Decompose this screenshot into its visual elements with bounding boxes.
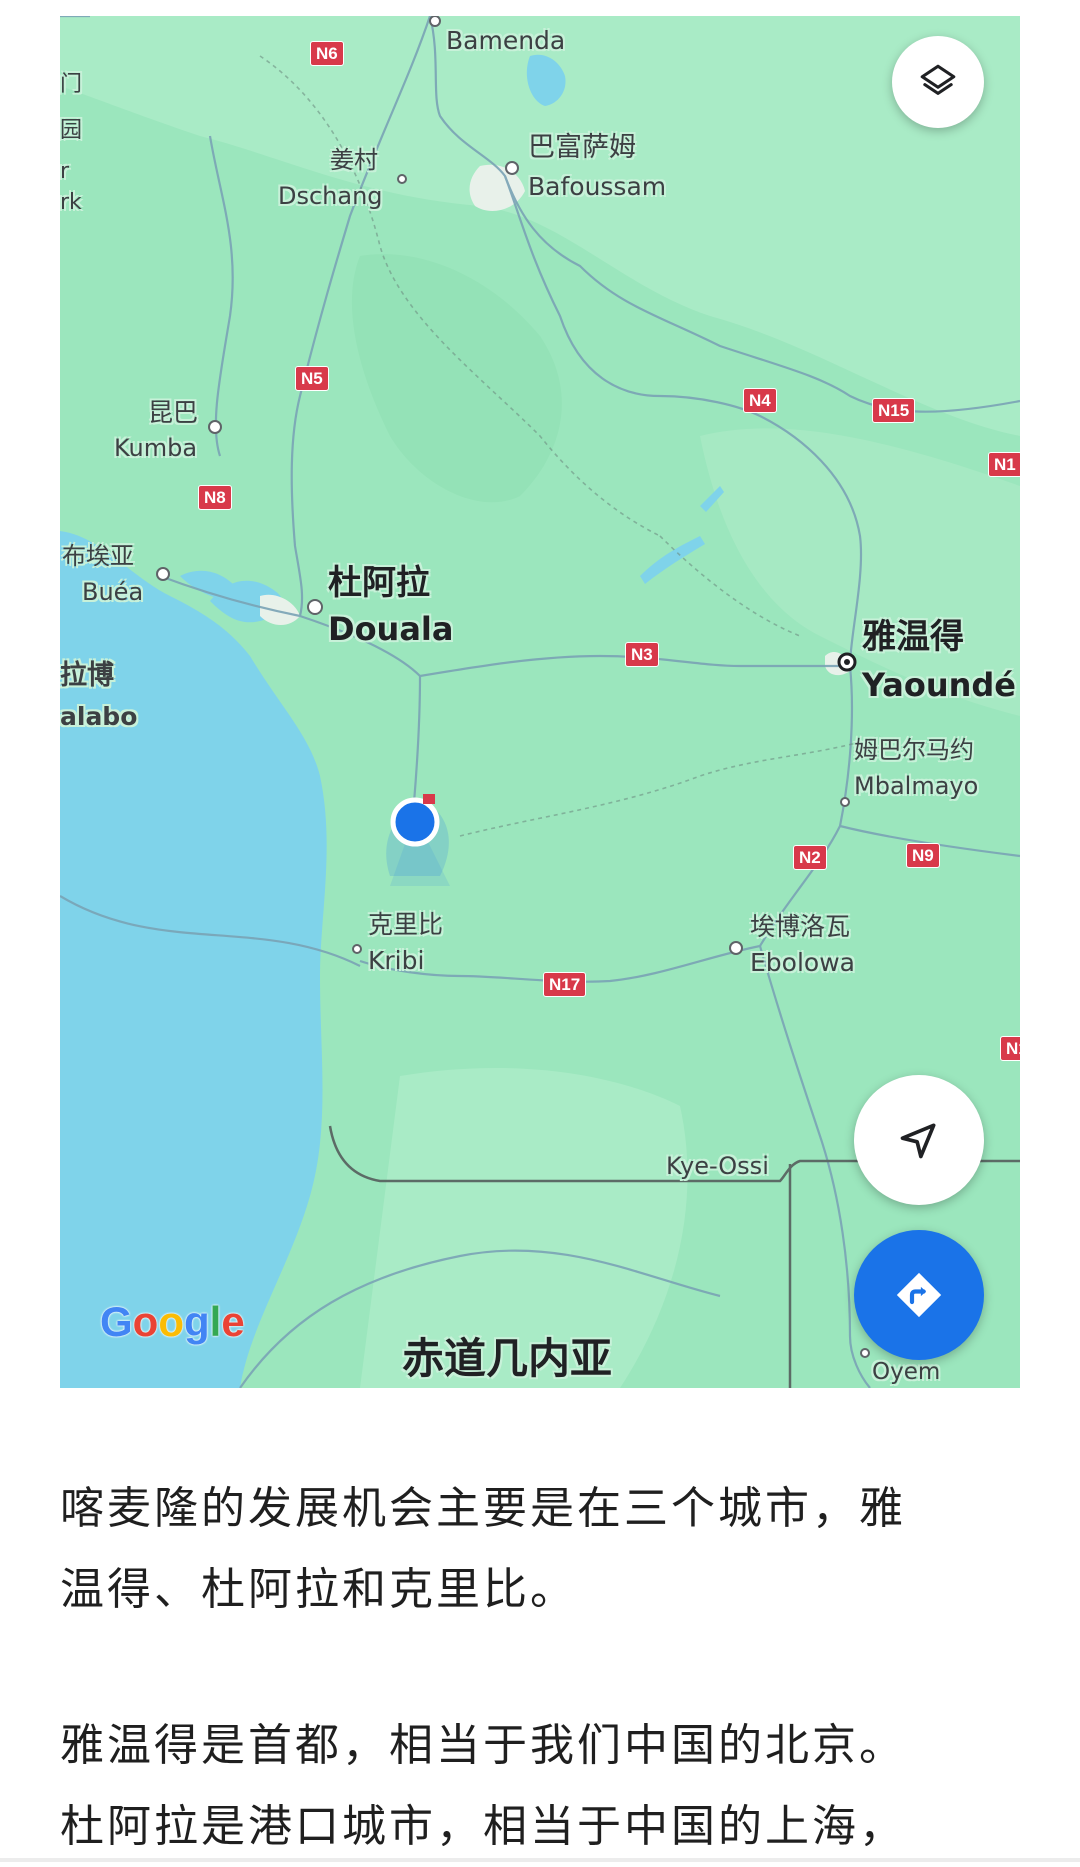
city-label-kumba-cn[interactable]: 昆巴 — [148, 400, 198, 425]
layers-icon — [920, 64, 956, 95]
navigation-arrow-icon — [900, 1123, 936, 1159]
route-shield: N4 — [743, 388, 777, 413]
edge-fragment-label: r — [60, 159, 70, 184]
city-label-ebolowa-en[interactable]: Ebolowa — [750, 950, 855, 975]
route-shield: N2 — [793, 845, 827, 870]
urban-douala — [260, 594, 300, 625]
city-label-yaounde-cn[interactable]: 雅温得 — [862, 620, 964, 654]
city-label-yaounde-en[interactable]: Yaoundé — [862, 669, 1016, 701]
article-line: 喀麦隆的发展机会主要是在三个城市，雅 — [60, 1483, 906, 1534]
city-label-mbalmayo-en[interactable]: Mbalmayo — [854, 774, 978, 798]
directions-button[interactable] — [854, 1230, 984, 1360]
route-shield: N9 — [906, 843, 940, 868]
article-line: 温得、杜阿拉和克里比。 — [60, 1564, 577, 1615]
edge-fragment-label: 门 — [60, 72, 83, 97]
city-label-douala-en[interactable]: Douala — [328, 613, 453, 645]
route-shield: N15 — [872, 398, 916, 423]
country-label-equatorial-guinea[interactable]: 赤道几内亚 — [402, 1338, 612, 1380]
google-logo: Google — [100, 1298, 245, 1346]
edge-fragment-label: 园 — [60, 118, 83, 143]
directions-icon — [896, 1272, 942, 1318]
route-shield: N8 — [198, 485, 232, 510]
route-shield: N3 — [625, 642, 659, 667]
city-label-bafoussam-en[interactable]: Bafoussam — [528, 174, 666, 199]
city-label-kumba-en[interactable]: Kumba — [114, 436, 197, 460]
map-view[interactable]: 门 园 r rk Bamenda 巴富萨姆 Bafoussam 姜村 Dscha… — [60, 16, 1020, 1388]
city-label-ebolowa-cn[interactable]: 埃博洛瓦 — [750, 914, 850, 939]
city-label-bamenda[interactable]: Bamenda — [446, 28, 565, 53]
capital-marker-core — [844, 659, 850, 665]
city-label-dschang-en[interactable]: Dschang — [278, 184, 383, 208]
city-label-mbalmayo-cn[interactable]: 姆巴尔马约 — [854, 738, 974, 762]
article-paragraph: 雅温得是首都，相当于我们中国的北京。 杜阿拉是港口城市，相当于中国的上海， — [60, 1705, 1020, 1867]
route-shield: N1 — [988, 452, 1020, 477]
shield-fragment — [423, 794, 435, 804]
city-label-kyeossi[interactable]: Kye-Ossi — [666, 1154, 769, 1178]
article-paragraph: 喀麦隆的发展机会主要是在三个城市，雅 温得、杜阿拉和克里比。 — [60, 1468, 1020, 1630]
terrain-patch-center — [351, 254, 562, 503]
city-label-dschang-cn[interactable]: 姜村 — [330, 148, 378, 172]
edge-fragment-label: rk — [60, 190, 82, 215]
route-shield: N1 — [1000, 1036, 1020, 1061]
google-logo-letter: g — [183, 1298, 210, 1345]
google-logo-letter: o — [158, 1298, 184, 1345]
google-logo-letter: G — [100, 1298, 133, 1345]
bottom-divider — [0, 1858, 1080, 1862]
region-label-bioko-cn[interactable]: 拉博 — [60, 662, 114, 689]
city-label-buea-cn[interactable]: 布埃亚 — [62, 544, 134, 568]
my-location-button[interactable] — [854, 1075, 984, 1205]
article-line: 雅温得是首都，相当于我们中国的北京。 — [60, 1720, 906, 1771]
google-logo-letter: o — [132, 1298, 159, 1345]
region-label-bioko-en[interactable]: alabo — [60, 704, 137, 729]
city-label-bafoussam-cn[interactable]: 巴富萨姆 — [528, 134, 636, 161]
city-label-douala-cn[interactable]: 杜阿拉 — [328, 566, 430, 600]
city-label-buea-en[interactable]: Buéa — [82, 580, 143, 604]
google-logo-letter: l — [209, 1298, 222, 1345]
article-line: 杜阿拉是港口城市，相当于中国的上海， — [60, 1801, 906, 1852]
layers-button[interactable] — [892, 36, 984, 128]
city-label-oyem[interactable]: Oyem — [872, 1361, 940, 1384]
city-label-kribi-en[interactable]: Kribi — [368, 948, 424, 973]
city-label-kribi-cn[interactable]: 克里比 — [368, 912, 443, 937]
my-location-dot — [390, 797, 440, 847]
route-shield: N5 — [295, 366, 329, 391]
google-logo-letter: e — [221, 1298, 245, 1345]
route-shield: N17 — [543, 972, 587, 997]
river-segment — [640, 536, 705, 584]
route-shield: N6 — [310, 41, 344, 66]
